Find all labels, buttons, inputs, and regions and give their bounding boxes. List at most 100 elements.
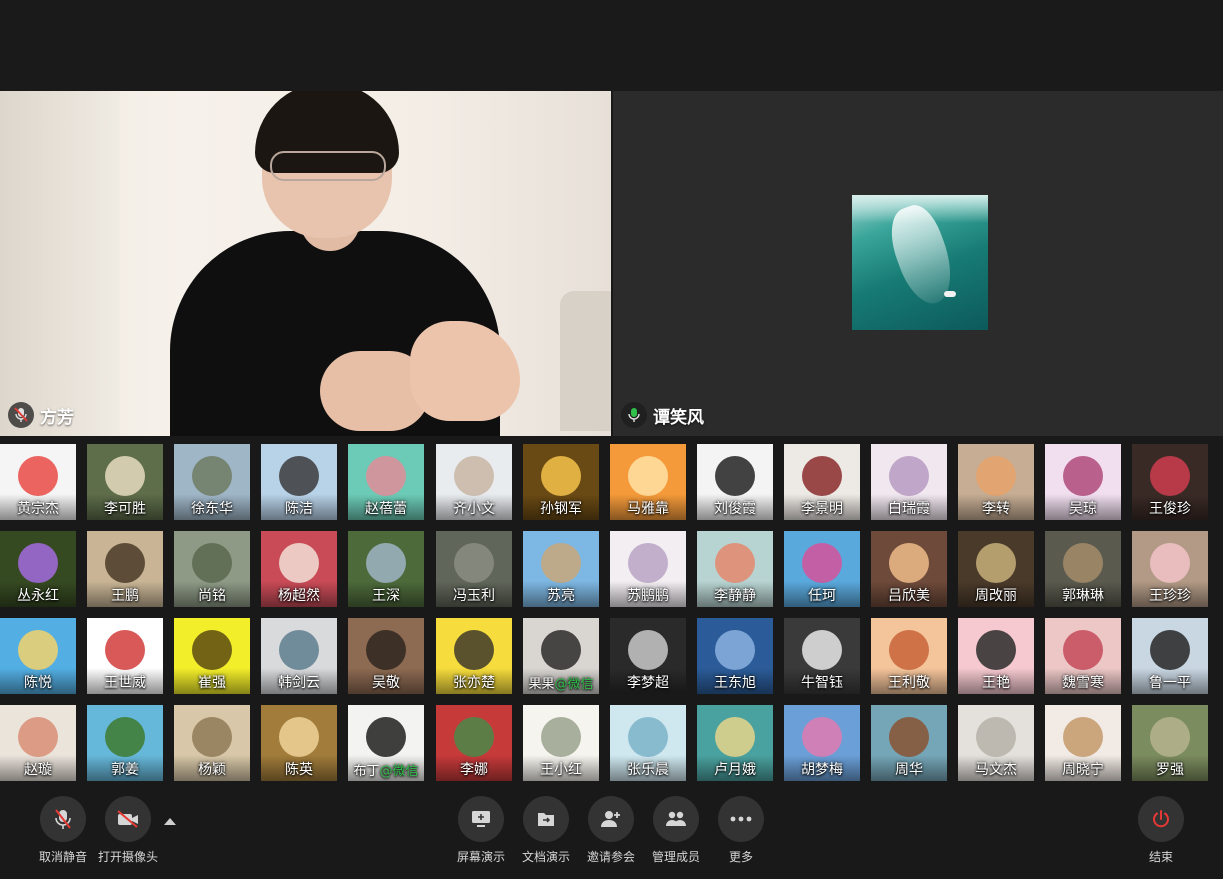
participant-tile[interactable]: 罗强 [1132,705,1208,781]
participant-tile[interactable]: 张乐晨 [610,705,686,781]
participant-name: 周改丽 [975,588,1017,604]
participant-name: 白瑞霞 [888,501,930,517]
participant-name: 王俊珍 [1149,501,1191,517]
participant-name: 李梦超 [627,675,669,691]
manage-members-button[interactable]: 管理成员 [641,796,711,865]
participant-tile[interactable]: 布丁@微信 [348,705,424,781]
participant-tile[interactable]: 苏亮 [523,531,599,607]
participant-tile[interactable]: 周晓宁 [1045,705,1121,781]
participant-tile[interactable]: 陈悦 [0,618,76,694]
participant-tile[interactable]: 王珍珍 [1132,531,1208,607]
participant-tile[interactable]: 苏鹏鹏 [610,531,686,607]
participant-name: 李可胜 [104,501,146,517]
participant-tile[interactable]: 丛永红 [0,531,76,607]
camera-button[interactable]: 打开摄像头 [93,796,163,865]
participant-avatar [802,630,842,670]
doc-share-button[interactable]: 文档演示 [511,796,581,865]
participant-tile[interactable]: 王东旭 [697,618,773,694]
camera-off-icon [105,796,151,842]
participant-tile[interactable]: 赵璇 [0,705,76,781]
participant-tile[interactable]: 郭琳琳 [1045,531,1121,607]
participant-tile[interactable]: 马文杰 [958,705,1034,781]
participant-tile[interactable]: 齐小文 [436,444,512,520]
participant-avatar [366,717,406,757]
background-sofa [560,291,611,431]
participant-tile[interactable]: 李梦超 [610,618,686,694]
participant-name: 王世威 [104,675,146,691]
participant-name: 李静静 [714,588,756,604]
participant-tile[interactable]: 崔强 [174,618,250,694]
participant-tile[interactable]: 李转 [958,444,1034,520]
participant-tile[interactable]: 吴琼 [1045,444,1121,520]
more-label: 更多 [728,850,753,864]
participant-tile[interactable]: 尚铭 [174,531,250,607]
participant-tile[interactable]: 牛智钰 [784,618,860,694]
participant-name: 任珂 [808,588,836,604]
end-meeting-button[interactable]: 结束 [1126,796,1196,865]
participant-avatar [1063,717,1103,757]
participant-avatar [279,456,319,496]
participant-name: 齐小文 [453,501,495,517]
participant-tile[interactable]: 孙钢军 [523,444,599,520]
participant-name: 卢月娥 [714,762,756,778]
participant-tile[interactable]: 任珂 [784,531,860,607]
video-tile-left[interactable]: 方芳 [0,91,611,436]
participant-tile[interactable]: 王鹏 [87,531,163,607]
video-tile-right[interactable]: 谭笑风 [613,91,1223,436]
participant-tile[interactable]: 卢月娥 [697,705,773,781]
participant-tile[interactable]: 李娜 [436,705,512,781]
participant-tile[interactable]: 赵蓓蕾 [348,444,424,520]
participant-tile[interactable]: 黄宗杰 [0,444,76,520]
participant-tile[interactable]: 白瑞霞 [871,444,947,520]
screen-share-button[interactable]: 屏幕演示 [446,796,516,865]
unmute-button[interactable]: 取消静音 [28,796,98,865]
participant-tile[interactable]: 胡梦梅 [784,705,860,781]
participant-tile[interactable]: 王俊珍 [1132,444,1208,520]
participant-name: 王鹏 [111,588,139,604]
participant-avatar [976,717,1016,757]
participant-avatar [889,543,929,583]
camera-options-caret[interactable] [164,818,176,825]
participant-tile[interactable]: 冯玉利 [436,531,512,607]
participant-name: 王艳 [982,675,1010,691]
more-button[interactable]: 更多 [706,796,776,865]
participant-tile[interactable]: 郭姜 [87,705,163,781]
participant-avatar [541,543,581,583]
participant-tile[interactable]: 鲁一平 [1132,618,1208,694]
participant-tile[interactable]: 李静静 [697,531,773,607]
participant-tile[interactable]: 魏雪寒 [1045,618,1121,694]
participant-tile[interactable]: 果果@微信 [523,618,599,694]
participant-tile[interactable]: 王小红 [523,705,599,781]
participant-tile[interactable]: 韩剑云 [261,618,337,694]
participant-name: 尚铭 [198,588,226,604]
participant-tile[interactable]: 杨超然 [261,531,337,607]
doc-share-label: 文档演示 [521,850,570,864]
participant-tile[interactable]: 周改丽 [958,531,1034,607]
participant-avatar [366,630,406,670]
participant-tile[interactable]: 徐东华 [174,444,250,520]
video-left-name: 方芳 [40,407,74,428]
participant-tile[interactable]: 周华 [871,705,947,781]
participant-avatar [454,630,494,670]
participant-avatar [541,717,581,757]
participant-tile[interactable]: 吕欣美 [871,531,947,607]
participant-tile[interactable]: 刘俊霞 [697,444,773,520]
invite-button[interactable]: 邀请参会 [576,796,646,865]
participant-tile[interactable]: 张亦楚 [436,618,512,694]
participant-tile[interactable]: 王利敬 [871,618,947,694]
participant-tile[interactable]: 李可胜 [87,444,163,520]
participant-avatar [628,717,668,757]
participant-name: 李景明 [801,501,843,517]
participant-tile[interactable]: 马雅靠 [610,444,686,520]
participant-tile[interactable]: 王艳 [958,618,1034,694]
participant-tile[interactable]: 吴敬 [348,618,424,694]
participant-tile[interactable]: 王深 [348,531,424,607]
participant-source-tag: @微信 [554,677,594,692]
participant-tile[interactable]: 杨颖 [174,705,250,781]
participant-avatar [802,456,842,496]
participant-tile[interactable]: 陈洁 [261,444,337,520]
participant-tile[interactable]: 李景明 [784,444,860,520]
participant-name: 陈英 [285,762,313,778]
participant-tile[interactable]: 陈英 [261,705,337,781]
participant-tile[interactable]: 王世威 [87,618,163,694]
